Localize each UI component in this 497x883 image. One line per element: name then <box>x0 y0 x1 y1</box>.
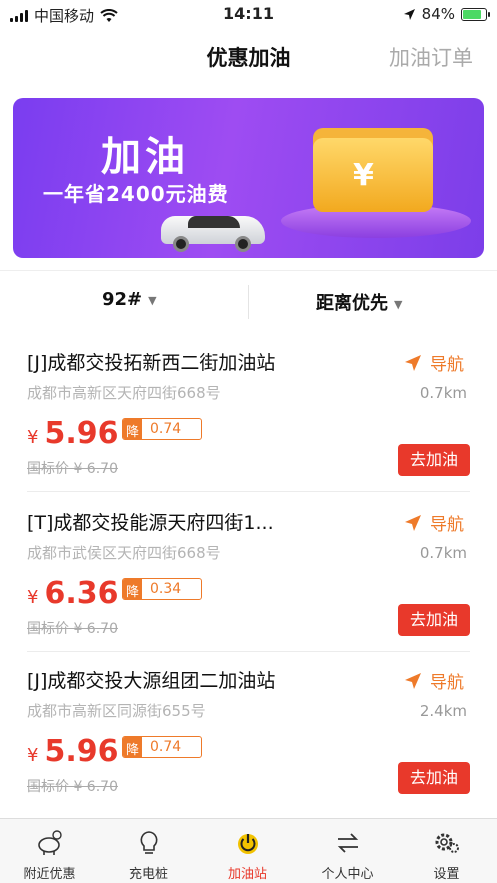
refuel-button[interactable]: 去加油 <box>398 604 470 636</box>
tab-profile[interactable]: 个人中心 <box>298 819 397 883</box>
banner-yen: ¥ <box>353 158 374 193</box>
gear-icon <box>435 833 459 853</box>
tab-bar: 附近优惠 充电桩 加油站 个人中心 设置 <box>0 818 497 883</box>
station-item[interactable]: [T]成都交投能源天府四街1... 成都市武侯区天府四街668号 导航 0.7k… <box>0 492 497 652</box>
location-arrow-icon <box>403 8 415 20</box>
station-address: 成都市武侯区天府四街668号 <box>27 544 221 562</box>
fuel-type-filter[interactable]: 92# ▼ <box>102 289 157 310</box>
standard-price: 国标价 ¥ 6.70 <box>27 461 118 477</box>
bulb-icon <box>140 831 158 854</box>
exchange-icon <box>337 833 359 853</box>
station-name: [J]成都交投拓新西二街加油站 <box>27 352 276 374</box>
discount-badge: 降 0.74 <box>122 418 203 440</box>
discount-price: ¥6.36 <box>27 576 119 611</box>
orders-link[interactable]: 加油订单 <box>389 42 473 72</box>
discount-badge: 降 0.34 <box>122 578 203 600</box>
refuel-button[interactable]: 去加油 <box>398 444 470 476</box>
header: 优惠加油 加油订单 <box>0 30 497 84</box>
battery-icon <box>461 7 490 21</box>
status-bar: 中国移动 14:11 84% <box>0 0 497 30</box>
navigation-arrow-icon <box>405 514 421 531</box>
station-list: [J]成都交投拓新西二街加油站 成都市高新区天府四街668号 导航 0.7km … <box>0 332 497 818</box>
sort-filter[interactable]: 距离优先 ▼ <box>316 289 402 315</box>
station-address: 成都市高新区天府四街668号 <box>27 384 221 402</box>
station-item[interactable]: [J]成都交投拓新西二街加油站 成都市高新区天府四街668号 导航 0.7km … <box>0 332 497 492</box>
station-distance: 2.4km <box>419 702 467 720</box>
discount-price: ¥5.96 <box>27 416 119 451</box>
station-distance: 0.7km <box>419 544 467 562</box>
chevron-down-icon: ▼ <box>148 293 157 307</box>
tab-charging[interactable]: 充电桩 <box>99 819 198 883</box>
station-name: [J]成都交投大源组团二加油站 <box>27 670 276 692</box>
standard-price: 国标价 ¥ 6.70 <box>27 621 118 637</box>
tab-nearby-deals[interactable]: 附近优惠 <box>0 819 99 883</box>
discount-badge: 降 0.74 <box>122 736 203 758</box>
filter-divider <box>248 285 249 319</box>
tab-gas-station[interactable]: 加油站 <box>198 819 297 883</box>
banner-subtitle: 一年省2400元油费 <box>43 182 229 206</box>
station-name: [T]成都交投能源天府四街1... <box>27 512 274 534</box>
navigation-arrow-icon <box>405 354 421 371</box>
banner-title: 加油 <box>101 134 189 180</box>
refuel-button[interactable]: 去加油 <box>398 762 470 794</box>
navigate-button[interactable]: 导航 <box>404 668 464 693</box>
filter-bar: 92# ▼ 距离优先 ▼ <box>0 270 497 332</box>
discount-price: ¥5.96 <box>27 734 119 769</box>
navigation-arrow-icon <box>405 672 421 689</box>
navigate-button[interactable]: 导航 <box>404 350 464 375</box>
piggy-bank-icon <box>38 830 62 855</box>
banner-section: ¥ 加油 一年省2400元油费 <box>0 84 497 270</box>
station-distance: 0.7km <box>419 384 467 402</box>
standard-price: 国标价 ¥ 6.70 <box>27 779 118 795</box>
station-item[interactable]: [J]成都交投大源组团二加油站 成都市高新区同源街655号 导航 2.4km ¥… <box>0 650 497 810</box>
navigate-button[interactable]: 导航 <box>404 510 464 535</box>
promo-banner[interactable]: ¥ 加油 一年省2400元油费 <box>13 98 484 258</box>
station-address: 成都市高新区同源街655号 <box>27 702 206 720</box>
power-icon <box>238 834 258 854</box>
battery-percent: 84% <box>421 5 455 23</box>
tab-settings[interactable]: 设置 <box>397 819 496 883</box>
chevron-down-icon: ▼ <box>394 297 403 311</box>
